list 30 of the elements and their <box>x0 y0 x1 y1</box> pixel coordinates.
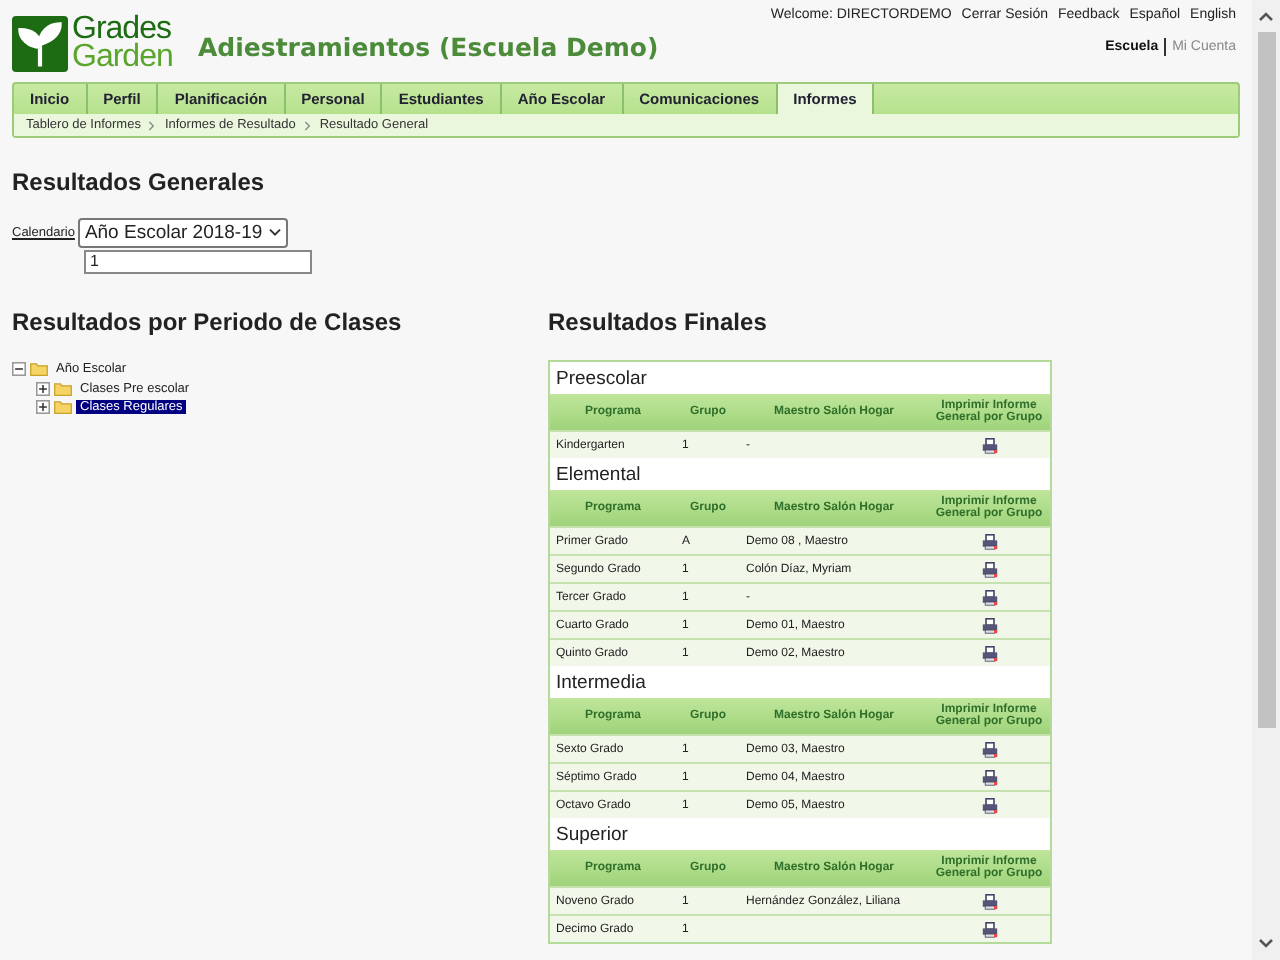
print-icon[interactable] <box>981 741 997 757</box>
print-icon[interactable] <box>981 645 997 661</box>
input-field[interactable]: 1 <box>84 250 312 274</box>
school-title: Adiestramientos (Escuela Demo) <box>198 31 659 61</box>
print-icon[interactable] <box>981 561 997 577</box>
print-icon[interactable] <box>981 797 997 813</box>
section-heading: Resultados Finales <box>548 308 769 336</box>
print-icon[interactable] <box>981 769 997 785</box>
print-icon[interactable] <box>981 893 997 909</box>
scroll-down-icon[interactable] <box>1258 938 1274 950</box>
logo-text: Grades <box>72 16 171 44</box>
print-icon[interactable] <box>981 617 997 633</box>
expand-icon[interactable] <box>36 400 50 415</box>
scrollbar[interactable] <box>1252 0 1280 960</box>
scrollbar-thumb[interactable] <box>1257 32 1275 728</box>
calendar-dropdown[interactable]: Año Escolar 2018-19 <box>78 218 289 248</box>
print-icon[interactable] <box>981 437 997 453</box>
chevron-icon <box>303 119 312 131</box>
print-icon[interactable] <box>981 533 997 549</box>
expand-icon[interactable] <box>36 381 50 396</box>
caret-icon <box>268 228 283 238</box>
scroll-up-icon[interactable] <box>1258 10 1274 22</box>
print-icon[interactable] <box>981 921 997 937</box>
logo-text: Garden <box>72 44 173 72</box>
section-heading: Resultados Generales <box>12 168 267 196</box>
print-icon[interactable] <box>981 589 997 605</box>
plant-icon <box>12 16 68 72</box>
chevron-icon <box>148 119 157 131</box>
section-heading: Resultados por Periodo de Clases <box>12 308 404 336</box>
collapse-icon[interactable] <box>12 362 26 377</box>
